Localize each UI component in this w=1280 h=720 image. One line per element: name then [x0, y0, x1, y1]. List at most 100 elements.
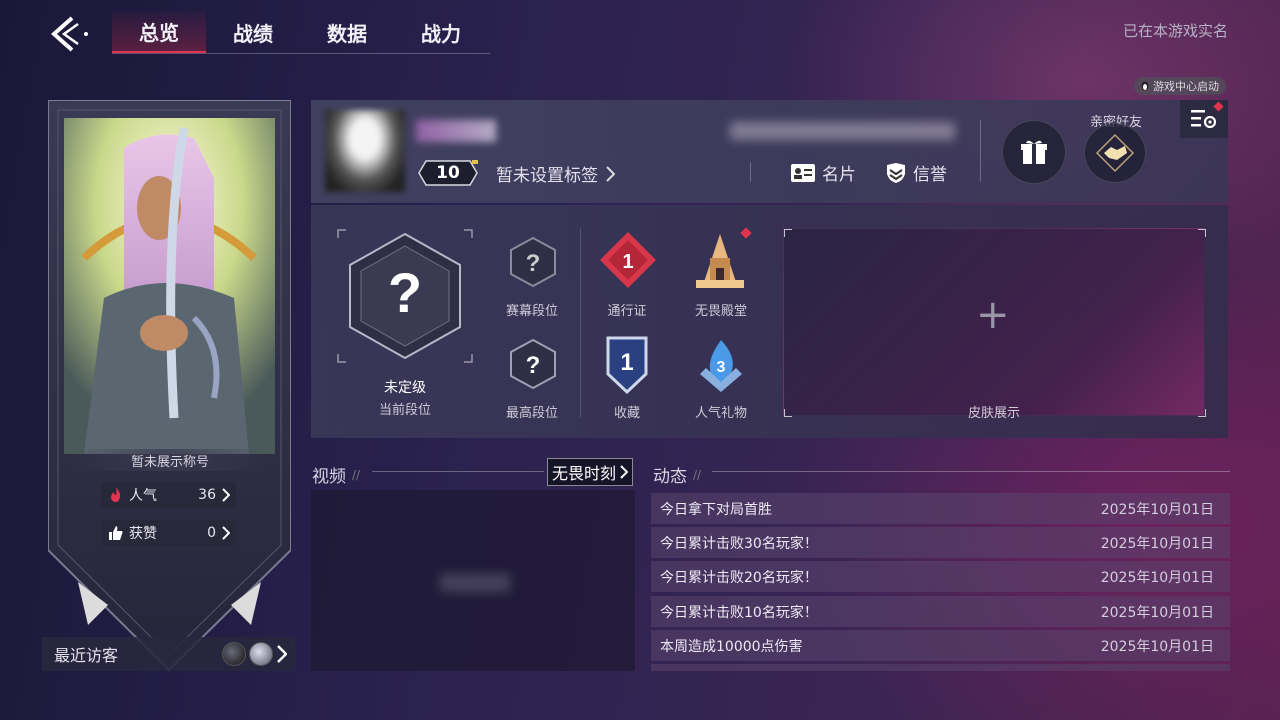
tab-records[interactable]: 战绩	[206, 12, 300, 53]
popularity-gift-label: 人气礼物	[694, 406, 747, 421]
namecard-label: 名片	[822, 165, 856, 185]
svg-text:?: ?	[526, 250, 541, 277]
svg-text:?: ?	[388, 261, 422, 324]
divider	[750, 162, 751, 182]
season-rank-label: 赛幕段位	[505, 304, 558, 319]
visitor-avatars	[222, 642, 273, 666]
feed-item-date: 2025年10月01日	[1100, 604, 1214, 621]
chevron-right-icon	[620, 465, 629, 479]
back-chevron-icon	[50, 16, 88, 52]
pass-level: 1	[622, 251, 633, 273]
fearless-moments-button[interactable]: 无畏时刻	[547, 458, 634, 486]
likes-value: 0	[207, 525, 216, 541]
hero-portrait[interactable]	[64, 118, 275, 454]
tab-power[interactable]: 战力	[394, 12, 488, 53]
credit-button[interactable]: 信誉	[885, 160, 947, 185]
pass-label: 通行证	[607, 304, 647, 319]
divider	[580, 228, 581, 418]
slash-decoration: //	[693, 467, 702, 482]
fearless-hall-label: 无畏殿堂	[694, 304, 747, 319]
feed-item-date: 2025年10月01日	[1100, 535, 1214, 552]
main-tabs: 总览 战绩 数据 战力	[112, 12, 490, 54]
player-name-redacted	[416, 120, 496, 142]
collection-shield-icon[interactable]: 1	[604, 334, 650, 394]
recent-visitors-label: 最近访客	[54, 646, 119, 665]
list-settings-icon	[1191, 110, 1217, 129]
tab-data[interactable]: 数据	[300, 12, 394, 53]
tab-overview[interactable]: 总览	[112, 12, 206, 53]
divider	[712, 471, 1230, 472]
avatar	[249, 642, 273, 666]
chevron-right-icon	[606, 165, 615, 182]
popularity-value: 36	[198, 487, 216, 503]
shield-credit-icon	[887, 162, 905, 183]
svg-text:?: ?	[526, 352, 541, 379]
feed-section-title: 动态 //	[653, 462, 701, 487]
current-rank-value: 未定级	[384, 380, 426, 396]
feed-item-text: 今日累计击败20名玩家！	[660, 569, 818, 586]
video-section-title: 视频 //	[312, 462, 360, 487]
add-icon: +	[976, 292, 1010, 338]
hero-title-plate: 暂未展示称号	[72, 449, 268, 471]
chevron-right-icon	[222, 526, 230, 540]
feed-item[interactable]: 本周造成10000点伤害 2025年10月01日	[651, 630, 1230, 661]
feed-item-date: 2025年10月01日	[1100, 501, 1214, 518]
recent-visitors-button[interactable]: 最近访客	[42, 637, 295, 671]
handshake-icon	[1095, 133, 1135, 173]
player-level: 10	[436, 163, 460, 183]
id-card-icon	[791, 163, 815, 182]
fearless-moments-label: 无畏时刻	[552, 464, 617, 483]
collection-level: 1	[620, 349, 633, 376]
current-rank-label: 当前段位	[378, 403, 431, 418]
popularity-gift-icon[interactable]: 3	[696, 338, 746, 394]
flame-icon	[111, 487, 121, 502]
avatar	[222, 642, 246, 666]
gift-level: 3	[717, 359, 726, 376]
fearless-hall-icon[interactable]	[692, 230, 748, 290]
skin-showcase-label: 皮肤展示	[967, 406, 1020, 421]
divider	[372, 471, 544, 472]
divider	[980, 120, 981, 182]
feed-item-text: 今日拿下对局首胜	[660, 501, 772, 518]
feed-item-date: 2025年10月01日	[1100, 569, 1214, 586]
season-rank-emblem[interactable]: ?	[508, 236, 558, 288]
namecard-button[interactable]: 名片	[790, 160, 856, 185]
thumbs-up-icon	[109, 526, 123, 540]
gift-button[interactable]	[1002, 120, 1066, 184]
current-rank-emblem[interactable]: ?	[336, 228, 474, 364]
set-tag-button[interactable]: 暂未设置标签	[496, 161, 615, 186]
likes-row[interactable]: 获赞 0	[101, 520, 236, 546]
penguin-icon	[1141, 81, 1149, 91]
chevron-right-icon	[277, 645, 287, 663]
back-button[interactable]	[46, 14, 92, 54]
intimate-friends-button[interactable]	[1084, 123, 1146, 183]
slash-decoration: //	[352, 467, 361, 482]
battle-pass-icon[interactable]: 1	[598, 230, 658, 290]
collection-label: 收藏	[613, 406, 640, 421]
highest-rank-emblem[interactable]: ?	[508, 338, 558, 390]
launch-badge-label: 游戏中心启动	[1153, 80, 1219, 93]
gift-icon	[1021, 140, 1047, 164]
profile-settings-button[interactable]	[1180, 100, 1228, 138]
likes-label: 获赞	[129, 526, 157, 542]
tag-placeholder: 暂未设置标签	[496, 166, 598, 186]
popularity-label: 人气	[129, 488, 157, 504]
video-title: 视频	[312, 467, 346, 487]
feed-item-text: 今日累计击败30名玩家！	[660, 535, 818, 552]
feed-item-date: 2025年10月01日	[1100, 638, 1214, 655]
popularity-row[interactable]: 人气 36	[101, 482, 236, 508]
realname-status: 已在本游戏实名	[1122, 22, 1228, 40]
feed-item[interactable]: 今日累计击败10名玩家！ 2025年10月01日	[651, 596, 1230, 627]
elf-hero-illustration	[64, 118, 275, 454]
player-id-redacted	[730, 122, 955, 140]
feed-title: 动态	[653, 467, 687, 487]
feed-item-partial	[651, 664, 1230, 671]
game-center-launch-badge: 游戏中心启动	[1134, 77, 1226, 95]
feed-item[interactable]: 今日累计击败30名玩家！ 2025年10月01日	[651, 527, 1230, 558]
highest-rank-label: 最高段位	[505, 406, 558, 421]
feed-item[interactable]: 今日拿下对局首胜 2025年10月01日	[651, 493, 1230, 524]
credit-label: 信誉	[913, 165, 947, 185]
avatar[interactable]	[325, 110, 405, 192]
feed-item-text: 今日累计击败10名玩家！	[660, 604, 818, 621]
feed-item[interactable]: 今日累计击败20名玩家！ 2025年10月01日	[651, 561, 1230, 592]
